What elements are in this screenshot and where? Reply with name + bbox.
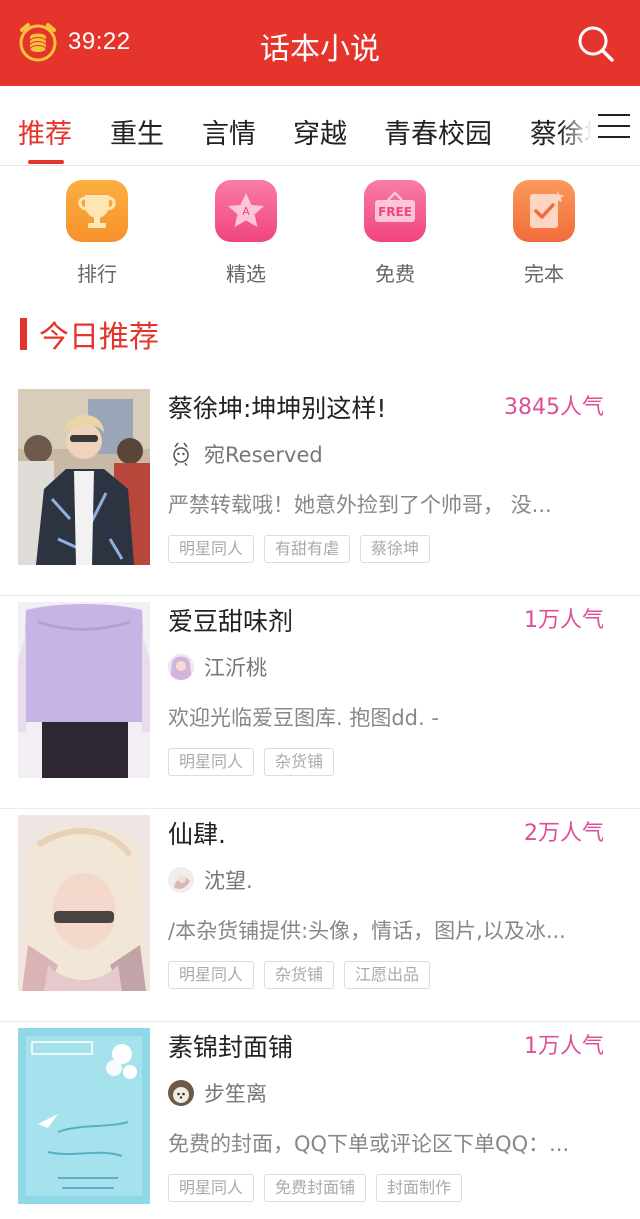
author-avatar[interactable] [168,654,194,680]
book-description: /本杂货铺提供:头像，情话，图片,以及冰... [168,919,566,943]
tag[interactable]: 免费封面铺 [264,1174,367,1202]
book-item[interactable]: 蔡徐坤:坤坤别这样! 3845人气 宛Reserved 严禁转载哦！她意外捡到了… [0,383,640,596]
book-cover[interactable] [18,1028,150,1204]
author-info[interactable]: 江沂桃 [168,652,267,682]
tag[interactable]: 明星同人 [168,961,255,989]
menu-icon[interactable] [598,114,632,140]
active-tab-indicator [28,160,64,164]
book-cover[interactable] [18,815,150,991]
tag-list: 明星同人 杂货铺 [168,748,344,776]
tag[interactable]: 明星同人 [168,1174,255,1202]
book-item[interactable]: 爱豆甜味剂 1万人气 江沂桃 欢迎光临爱豆图库. 抱图dd. - 明星同人 杂货… [0,596,640,809]
book-title[interactable]: 爱豆甜味剂 [168,602,293,638]
book-description: 严禁转载哦！她意外捡到了个帅哥， 没... [168,493,552,517]
book-item[interactable]: 仙肆. 2万人气 沈望. /本杂货铺提供:头像，情话，图片,以及冰... 明星同… [0,809,640,1022]
author-avatar[interactable] [168,1080,194,1106]
app-title: 话本小说 [260,32,380,67]
tag[interactable]: 蔡徐坤 [360,535,431,563]
popularity-count: 1万人气 [524,608,604,633]
tag-list: 明星同人 免费封面铺 封面制作 [168,1174,472,1202]
popularity-count: 2万人气 [524,821,604,846]
popularity-count: 1万人气 [524,1034,604,1059]
tag-list: 明星同人 有甜有虐 蔡徐坤 [168,535,440,563]
svg-text:A: A [242,205,250,218]
tab-rebirth[interactable]: 重生 [110,112,164,151]
author-name: 沈望. [204,869,253,893]
author-info[interactable]: 宛Reserved [168,439,323,469]
tab-recommend[interactable]: 推荐 [18,112,72,151]
book-description: 欢迎光临爱豆图库. 抱图dd. - [168,706,439,730]
book-title[interactable]: 仙肆. [168,815,226,851]
tag[interactable]: 江愿出品 [344,961,431,989]
checkmark-note-icon [513,180,575,242]
author-name: 宛Reserved [204,443,323,467]
tab-campus[interactable]: 青春校园 [384,112,492,151]
book-item[interactable]: 素锦封面铺 1万人气 步笙离 免费的封面，QQ下单或评论区下单QQ：... 明星… [0,1022,640,1219]
category-free[interactable]: FREE 免费 [335,180,455,287]
author-avatar[interactable] [168,867,194,893]
tag[interactable]: 杂货铺 [264,961,335,989]
tag[interactable]: 封面制作 [376,1174,463,1202]
author-avatar[interactable] [168,441,194,467]
author-name: 江沂桃 [204,656,267,680]
popularity-count: 3845人气 [504,395,604,420]
tag-list: 明星同人 杂货铺 江愿出品 [168,961,440,989]
category-label: 完本 [524,262,564,286]
category-label: 排行 [77,262,117,286]
category-ranking[interactable]: 排行 [37,180,157,287]
book-title[interactable]: 蔡徐坤:坤坤别这样! [168,389,386,425]
section-title: 今日推荐 [39,320,159,355]
category-tabs: 推荐 重生 言情 穿越 青春校园 蔡徐坤 [0,86,640,166]
tag[interactable]: 明星同人 [168,748,255,776]
star-icon: A [215,180,277,242]
book-description: 免费的封面，QQ下单或评论区下单QQ：... [168,1132,570,1156]
book-title[interactable]: 素锦封面铺 [168,1028,293,1064]
trophy-icon [66,180,128,242]
tab-time-travel[interactable]: 穿越 [293,112,347,151]
svg-text:FREE: FREE [378,205,412,219]
category-label: 精选 [226,262,266,286]
category-label: 免费 [375,262,415,286]
search-icon[interactable] [574,22,618,66]
free-sign-icon: FREE [364,180,426,242]
book-cover[interactable] [18,602,150,778]
book-cover[interactable] [18,389,150,565]
tab-romance[interactable]: 言情 [202,112,256,151]
section-marker [20,318,27,350]
tag[interactable]: 明星同人 [168,535,255,563]
category-featured[interactable]: A 精选 [186,180,306,287]
section-header: 今日推荐 [20,314,159,355]
author-info[interactable]: 步笙离 [168,1078,267,1108]
author-name: 步笙离 [204,1082,267,1106]
tag[interactable]: 有甜有虐 [264,535,351,563]
category-completed[interactable]: 完本 [484,180,604,287]
author-info[interactable]: 沈望. [168,865,253,895]
app-header: 39:22 话本小说 [0,0,640,86]
tag[interactable]: 杂货铺 [264,748,335,776]
